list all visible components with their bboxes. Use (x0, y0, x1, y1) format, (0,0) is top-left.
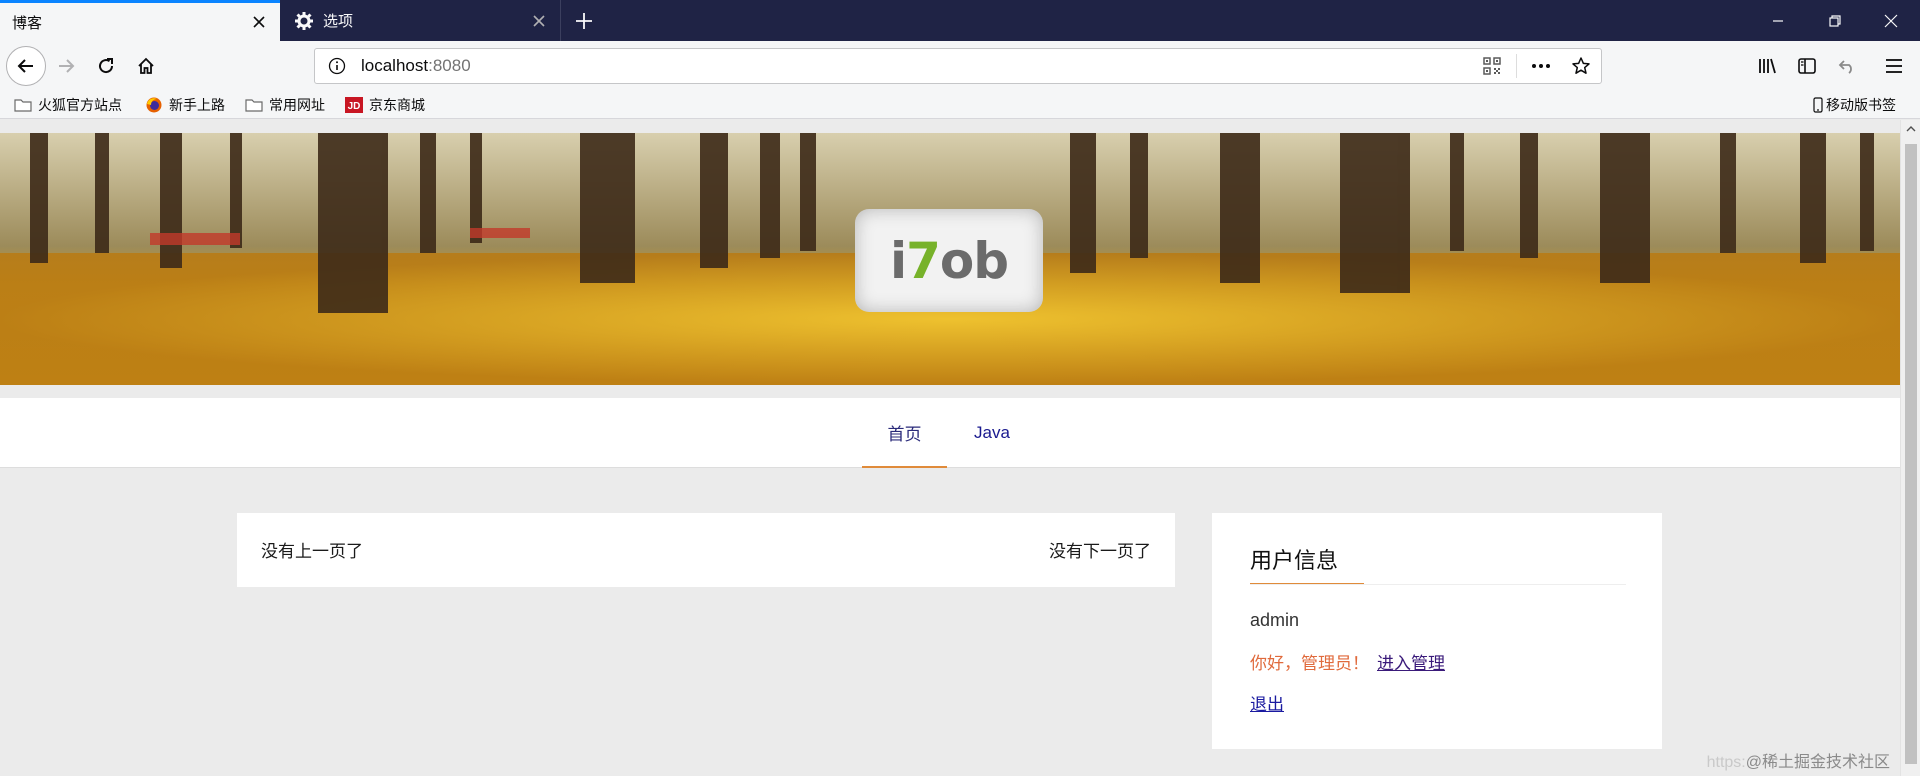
vertical-scrollbar[interactable] (1900, 120, 1920, 776)
menu-icon[interactable] (1876, 48, 1912, 84)
forward-button[interactable] (48, 48, 84, 84)
bookmark-getting-started[interactable]: 新手上路 (145, 94, 225, 116)
url-port: :8080 (428, 56, 471, 75)
bookmarks-bar: 火狐官方站点 新手上路 常用网址 JD 京东商城 移动版书签 (0, 91, 1920, 119)
restore-button[interactable] (1806, 0, 1864, 41)
url-bar[interactable]: localhost:8080 (314, 48, 1602, 84)
tab-title: 博客 (12, 14, 43, 32)
user-info-title: 用户信息 (1250, 543, 1364, 585)
sidebar-icon[interactable] (1789, 48, 1825, 84)
username: admin (1250, 610, 1300, 630)
logo-text: i7ob (889, 231, 1009, 290)
next-page-text: 没有下一页了 (1049, 542, 1151, 561)
nav-toolbar: localhost:8080 (0, 41, 1920, 91)
star-icon[interactable] (1561, 49, 1601, 83)
tab-blog[interactable]: 博客 (0, 0, 280, 41)
nav-item-java[interactable]: Java (947, 398, 1037, 468)
scroll-up-arrow-icon[interactable] (1901, 120, 1920, 138)
prev-page-text: 没有上一页了 (261, 542, 363, 561)
bookmark-common-sites[interactable]: 常用网址 (245, 94, 325, 116)
more-actions-icon[interactable] (1521, 49, 1561, 83)
url-text[interactable]: localhost:8080 (355, 56, 1472, 76)
folder-icon (14, 97, 32, 113)
undo-icon[interactable] (1829, 48, 1865, 84)
svg-text:JD: JD (348, 101, 361, 112)
close-icon[interactable] (244, 7, 274, 37)
bookmark-label: 常用网址 (269, 97, 325, 113)
pager: 没有上一页了 没有下一页了 (237, 513, 1175, 587)
firefox-icon (145, 97, 163, 113)
url-separator (1516, 54, 1517, 78)
divider (1250, 584, 1626, 585)
bookmark-jd[interactable]: JD 京东商城 (345, 94, 425, 116)
url-host: localhost (361, 56, 429, 75)
back-button[interactable] (6, 46, 46, 86)
bookmark-label: 新手上路 (169, 97, 225, 113)
new-tab-button[interactable] (568, 5, 600, 37)
library-icon[interactable] (1749, 48, 1785, 84)
close-icon[interactable] (524, 6, 554, 36)
scrollbar-thumb[interactable] (1905, 144, 1917, 764)
bookmark-firefox-site[interactable]: 火狐官方站点 (14, 94, 122, 116)
watermark: https:@稀土掘金技术社区 (1706, 754, 1890, 771)
bookmark-label: 京东商城 (369, 97, 425, 113)
folder-icon (245, 97, 263, 113)
logout-link[interactable]: 退出 (1250, 690, 1284, 715)
tab-options[interactable]: 选项 (281, 0, 561, 41)
info-icon[interactable] (319, 49, 355, 83)
greeting-text: 你好，管理员！ (1250, 654, 1369, 673)
mobile-bookmarks[interactable]: 移动版书签 (1813, 94, 1896, 116)
site-nav-menu: 首页 Java (0, 398, 1900, 468)
qr-code-icon[interactable] (1472, 49, 1512, 83)
admin-link[interactable]: 进入管理 (1377, 649, 1445, 674)
tab-strip: 博客 选项 (0, 0, 1920, 41)
site-logo[interactable]: i7ob (855, 209, 1043, 312)
user-info-panel: 用户信息 admin 你好，管理员！ 进入管理 退出 (1212, 513, 1662, 749)
banner-image: i7ob (0, 133, 1900, 385)
gear-icon (293, 10, 315, 32)
tab-title: 选项 (323, 13, 354, 30)
jd-icon: JD (345, 97, 363, 113)
page-viewport: i7ob 首页 Java 没有上一页了 没有下一页了 用户信息 admin 你好… (0, 120, 1900, 776)
close-window-button[interactable] (1862, 0, 1920, 41)
bookmark-label: 移动版书签 (1826, 97, 1896, 113)
bookmark-label: 火狐官方站点 (38, 97, 122, 113)
reload-button[interactable] (88, 48, 124, 84)
nav-item-home[interactable]: 首页 (862, 398, 947, 468)
home-button[interactable] (128, 48, 164, 84)
mobile-phone-icon (1813, 97, 1823, 113)
minimize-button[interactable] (1749, 0, 1807, 41)
